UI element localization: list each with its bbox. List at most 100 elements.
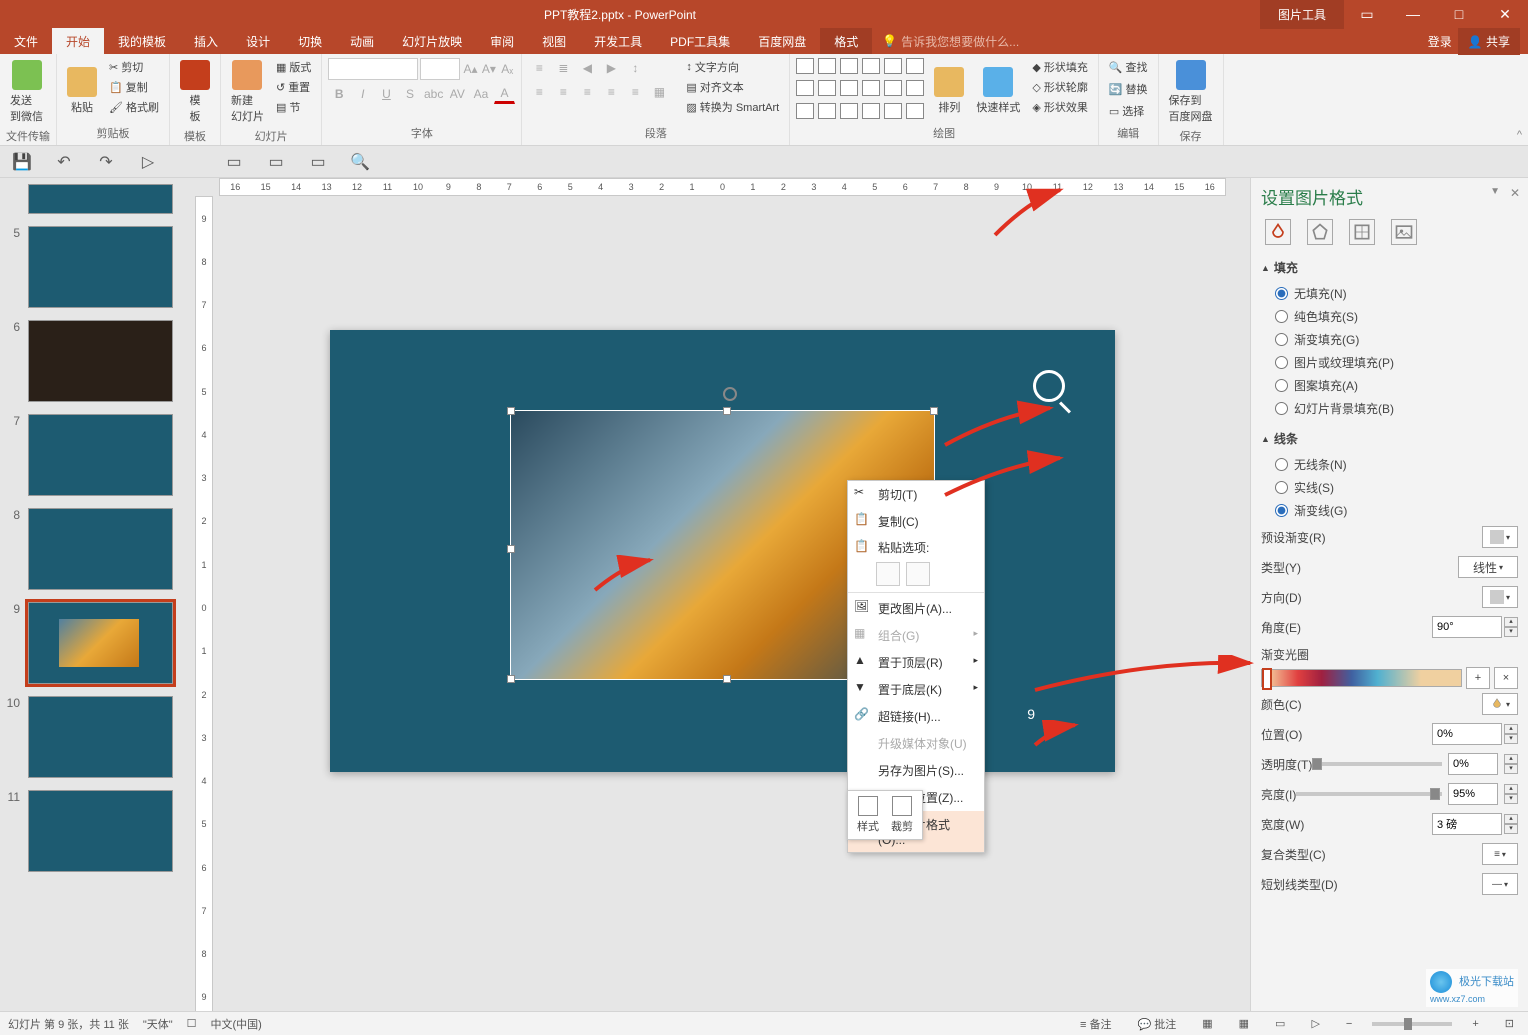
tab-mytemplate[interactable]: 我的模板 [104,28,180,54]
paste-option-2[interactable] [906,562,930,586]
position-up[interactable]: ▴ [1504,724,1518,734]
ctx-hyperlink[interactable]: 🔗超链接(H)... [848,703,984,730]
select-button[interactable]: ▭ 选择 [1105,102,1152,120]
save-baidu-button[interactable]: 保存到 百度网盘 [1165,58,1217,126]
gradient-stops-bar[interactable] [1261,669,1462,687]
font-color-button[interactable]: A [494,84,516,104]
radio-solid-line[interactable]: 实线(S) [1275,476,1518,499]
align-text-button[interactable]: ▤ 对齐文本 [682,78,783,96]
direction-dropdown[interactable]: ▾ [1482,586,1518,608]
slide-thumb-10[interactable] [28,696,173,778]
width-input[interactable] [1432,813,1502,835]
ctx-copy[interactable]: 📋复制(C) [848,508,984,535]
tab-view[interactable]: 视图 [528,28,580,54]
shapes-gallery[interactable] [796,58,926,123]
undo-button[interactable]: ↶ [50,150,78,174]
brightness-input[interactable] [1448,783,1498,805]
ctx-bring-front[interactable]: ▲置于顶层(R)▸ [848,649,984,676]
status-accessibility-icon[interactable]: ☐ [187,1017,197,1030]
tab-baidu[interactable]: 百度网盘 [744,28,820,54]
slide-thumb-6[interactable] [28,320,173,402]
ctx-save-as-picture[interactable]: 另存为图片(S)... [848,757,984,784]
save-button[interactable]: 💾 [8,150,36,174]
qat-btn-1[interactable]: ▭ [220,150,248,174]
tab-file[interactable]: 文件 [0,28,52,54]
tell-me-search[interactable]: 💡 告诉我您想要做什么... [872,28,1427,54]
clear-format-button[interactable]: Aₓ [499,59,515,79]
add-stop-button[interactable]: + [1466,667,1490,689]
vertical-scrollbar[interactable] [1233,196,1250,1020]
shape-outline-button[interactable]: ◇ 形状轮廓 [1028,78,1091,96]
new-slide-button[interactable]: 新建 幻灯片 [227,58,268,126]
columns-button[interactable]: ▦ [648,82,670,102]
line-spacing-button[interactable]: ↕ [624,58,646,78]
view-sorter-button[interactable]: ▦ [1233,1017,1255,1030]
reset-button[interactable]: ↺ 重置 [272,78,315,96]
shape-effects-button[interactable]: ◈ 形状效果 [1028,98,1091,116]
align-center-button[interactable]: ≡ [552,82,574,102]
outdent-button[interactable]: ◀ [576,58,598,78]
shape-fill-button[interactable]: ◆ 形状填充 [1028,58,1091,76]
zoom-in-button[interactable]: + [1466,1018,1484,1030]
slide-thumb-9[interactable] [28,602,173,684]
status-language[interactable]: 中文(中国) [211,1016,262,1032]
maximize-button[interactable]: □ [1436,0,1482,28]
angle-down[interactable]: ▾ [1504,627,1518,637]
view-slideshow-button[interactable]: ▷ [1305,1017,1325,1030]
mini-style-button[interactable]: 样式 [851,794,885,836]
line-header[interactable]: ▲线条 [1261,430,1518,447]
italic-button[interactable]: I [352,84,374,104]
share-button[interactable]: 👤 共享 [1458,28,1520,55]
tab-developer[interactable]: 开发工具 [580,28,656,54]
panel-popout-icon[interactable]: ▼ [1490,186,1500,197]
slide-thumbnail-panel[interactable]: 5 6 7 8 9 10 11 [0,178,195,1020]
tab-picture-icon[interactable] [1391,219,1417,245]
fill-header[interactable]: ▲填充 [1261,259,1518,276]
radio-solid-fill[interactable]: 纯色填充(S) [1275,305,1518,328]
close-button[interactable]: ✕ [1482,0,1528,28]
copy-button[interactable]: 📋 复制 [105,78,163,96]
resize-handle-n[interactable] [723,407,731,415]
slide-thumb-11[interactable] [28,790,173,872]
tab-effects-icon[interactable] [1307,219,1333,245]
text-direction-button[interactable]: ↕ 文字方向 [682,58,783,76]
gradient-stop-1[interactable] [1262,668,1272,690]
tab-fill-line-icon[interactable] [1265,219,1291,245]
tab-animation[interactable]: 动画 [336,28,388,54]
view-reading-button[interactable]: ▭ [1269,1017,1291,1030]
minimize-button[interactable]: — [1390,0,1436,28]
tab-pdftools[interactable]: PDF工具集 [656,28,744,54]
format-painter-button[interactable]: 🖌 格式刷 [105,98,163,116]
slide-thumb-7[interactable] [28,414,173,496]
layout-button[interactable]: ▦ 版式 [272,58,315,76]
strikethrough-button[interactable]: S [399,84,421,104]
radio-picture-fill[interactable]: 图片或纹理填充(P) [1275,351,1518,374]
underline-button[interactable]: U [376,84,398,104]
color-dropdown[interactable]: ▾ [1482,693,1518,715]
transparency-input[interactable] [1448,753,1498,775]
tab-design[interactable]: 设计 [232,28,284,54]
angle-up[interactable]: ▴ [1504,617,1518,627]
resize-handle-sw[interactable] [507,675,515,683]
paste-option-1[interactable] [876,562,900,586]
font-name-combo[interactable] [328,58,418,80]
bullets-button[interactable]: ≡ [528,58,550,78]
slide-thumb-4[interactable] [28,184,173,214]
angle-input[interactable] [1432,616,1502,638]
tab-transition[interactable]: 切换 [284,28,336,54]
font-size-combo[interactable] [420,58,460,80]
quick-styles-button[interactable]: 快速样式 [972,58,1024,123]
tab-size-icon[interactable] [1349,219,1375,245]
resize-handle-w[interactable] [507,545,515,553]
collapse-ribbon-icon[interactable]: ^ [1517,129,1522,141]
radio-gradient-line[interactable]: 渐变线(G) [1275,499,1518,522]
start-slideshow-button[interactable]: ▷ [134,150,162,174]
template-button[interactable]: 模 板 [176,58,214,126]
align-left-button[interactable]: ≡ [528,82,550,102]
redo-button[interactable]: ↷ [92,150,120,174]
radio-no-line[interactable]: 无线条(N) [1275,453,1518,476]
zoom-slider[interactable] [1372,1022,1452,1026]
zoom-out-button[interactable]: − [1340,1018,1358,1030]
login-button[interactable]: 登录 [1428,33,1452,50]
slide-thumb-5[interactable] [28,226,173,308]
